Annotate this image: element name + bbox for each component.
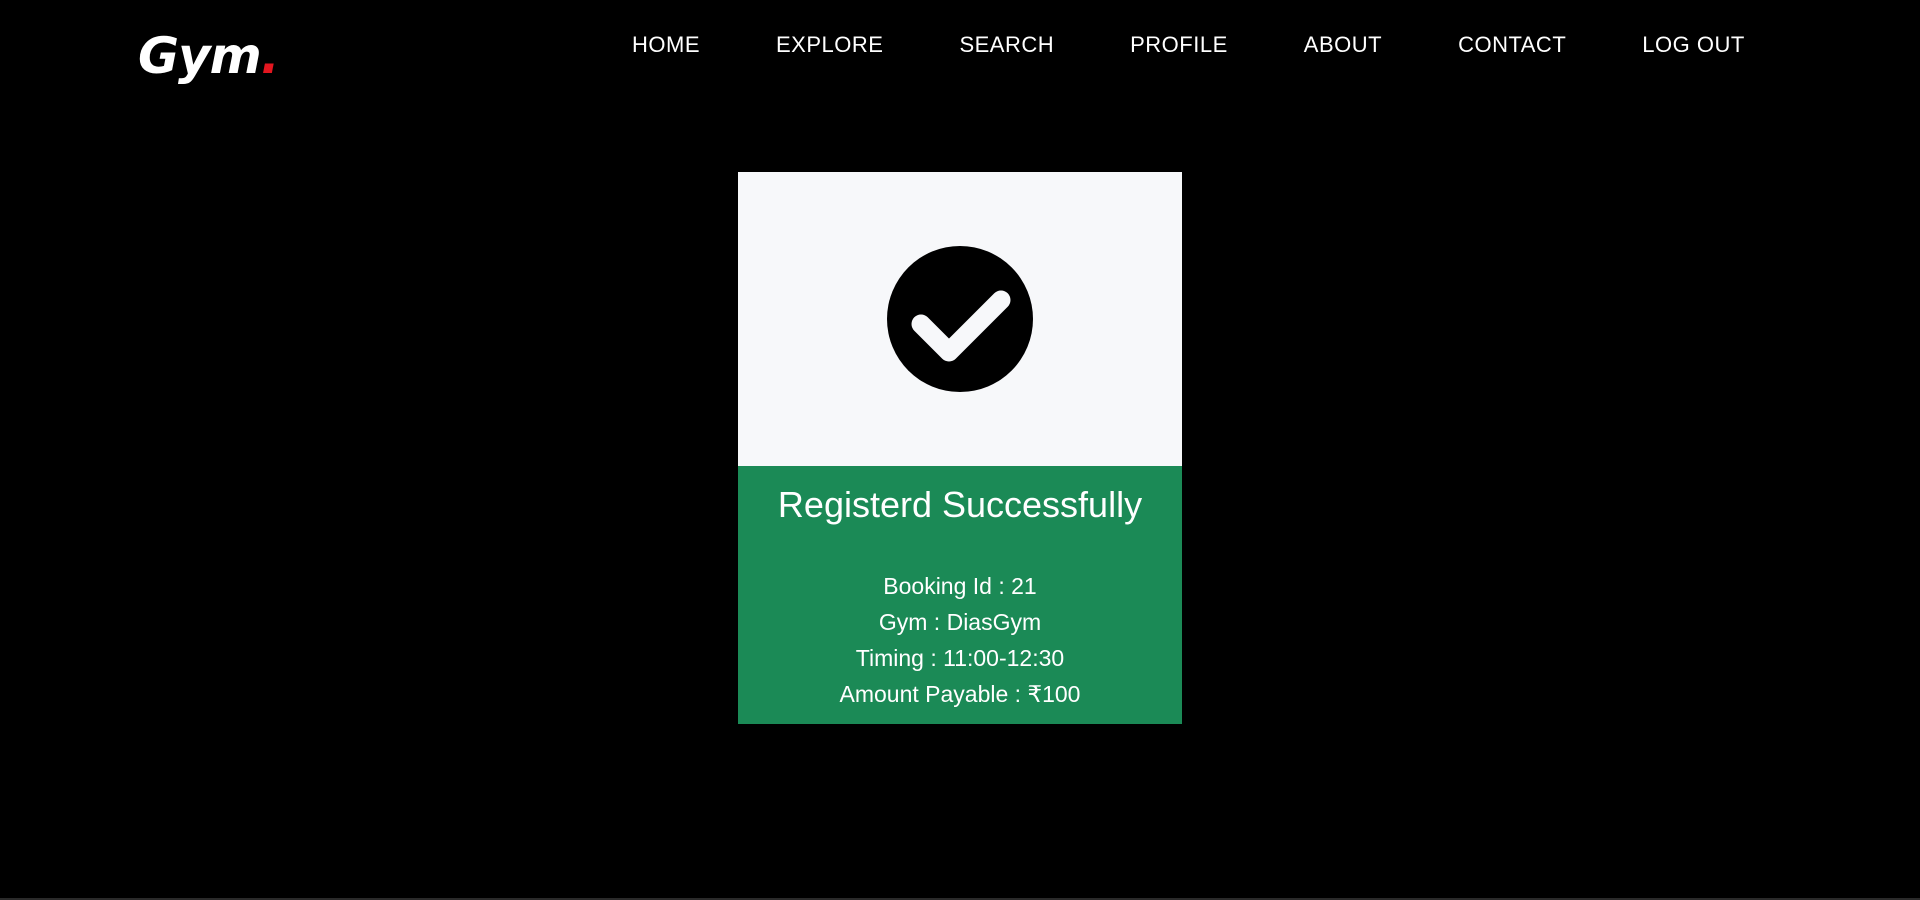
- timing-line: Timing : 11:00-12:30: [855, 645, 1065, 671]
- checkmark-icon: [911, 290, 1011, 362]
- gym-name-line: Gym : DiasGym: [878, 609, 1042, 635]
- check-circle-icon: [887, 246, 1033, 392]
- nav-profile-link[interactable]: PROFILE: [1130, 30, 1228, 60]
- booking-details: Booking Id : 21 Gym : DiasGym Timing : 1…: [738, 568, 1182, 712]
- success-title: Registerd Successfully: [777, 484, 1143, 525]
- nav-contact-link[interactable]: CONTACT: [1458, 30, 1566, 60]
- logo-dot: .: [260, 27, 280, 85]
- booking-id-line: Booking Id : 21: [883, 573, 1037, 599]
- navbar: Gym. HOME EXPLORE SEARCH PROFILE ABOUT C…: [0, 0, 1920, 92]
- nav-explore-link[interactable]: EXPLORE: [776, 30, 883, 60]
- registration-success-card: Registerd Successfully Booking Id : 21 G…: [738, 172, 1182, 724]
- nav-menu: HOME EXPLORE SEARCH PROFILE ABOUT CONTAC…: [632, 30, 1745, 60]
- card-icon-area: [738, 172, 1182, 466]
- nav-search-link[interactable]: SEARCH: [959, 30, 1054, 60]
- card-info-area: Registerd Successfully Booking Id : 21 G…: [738, 466, 1182, 724]
- gym-logo[interactable]: Gym.: [138, 26, 280, 86]
- nav-about-link[interactable]: ABOUT: [1304, 30, 1382, 60]
- logo-text: Gym: [138, 27, 262, 85]
- nav-home-link[interactable]: HOME: [632, 30, 700, 60]
- nav-logout-link[interactable]: LOG OUT: [1642, 30, 1745, 60]
- amount-payable-line: Amount Payable : ₹100: [839, 681, 1081, 707]
